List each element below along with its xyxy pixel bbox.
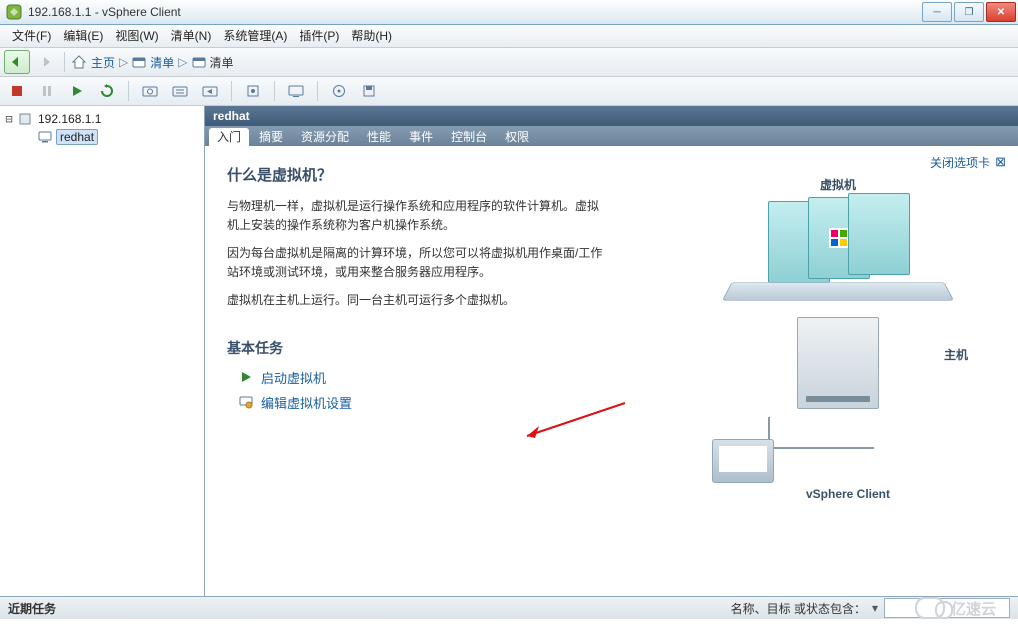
vm-icon	[38, 130, 52, 144]
console-button[interactable]	[283, 79, 309, 103]
breadcrumb: 主页 ▷ 清单 ▷ 清单	[71, 54, 234, 71]
maximize-button[interactable]: ❐	[954, 2, 984, 22]
menu-help[interactable]: 帮助(H)	[345, 25, 398, 47]
tab-console[interactable]: 控制台	[443, 128, 495, 146]
tree-row-host[interactable]: ⊟ 192.168.1.1	[2, 110, 202, 128]
stop-button[interactable]	[4, 79, 30, 103]
tree-row-vm[interactable]: redhat	[2, 128, 202, 146]
reset-button[interactable]	[94, 79, 120, 103]
close-button[interactable]: ✕	[986, 2, 1016, 22]
illus-host-box	[797, 317, 879, 409]
task-start-label: 启动虚拟机	[261, 368, 326, 387]
breadcrumb-sep-icon: ▷	[119, 55, 128, 69]
separator	[64, 52, 65, 72]
tab-performance[interactable]: 性能	[359, 128, 399, 146]
inventory-icon	[192, 55, 206, 69]
menu-inventory[interactable]: 清单(N)	[165, 25, 218, 47]
illus-host-label: 主机	[944, 346, 968, 363]
status-recent-tasks: 近期任务	[8, 600, 56, 617]
illus-client-box	[712, 439, 774, 483]
tree-vm-label: redhat	[56, 129, 98, 145]
nav-back-button[interactable]	[4, 50, 30, 74]
illus-platform	[722, 282, 954, 300]
inventory-icon	[132, 55, 146, 69]
pause-button[interactable]	[34, 79, 60, 103]
chevron-down-icon[interactable]: ▾	[872, 601, 878, 615]
settings-button[interactable]	[240, 79, 266, 103]
illus-vm-card	[848, 193, 910, 275]
object-header: redhat	[205, 106, 1018, 126]
host-icon	[18, 112, 32, 126]
close-tab-link[interactable]: 关闭选项卡	[930, 154, 990, 171]
menu-plugins[interactable]: 插件(P)	[293, 25, 345, 47]
inventory-tree: ⊟ 192.168.1.1 redhat	[0, 106, 205, 596]
tab-permissions[interactable]: 权限	[497, 128, 537, 146]
floppy-button[interactable]	[356, 79, 382, 103]
breadcrumb-item-2: 清单	[210, 54, 234, 71]
watermark: 亿速云	[915, 597, 996, 619]
tab-summary[interactable]: 摘要	[251, 128, 291, 146]
task-edit-label: 编辑虚拟机设置	[261, 393, 352, 412]
toolbar	[0, 77, 1018, 106]
content-paragraph-2: 因为每台虚拟机是隔离的计算环境，所以您可以将虚拟机用作桌面/工作站环境或测试环境…	[227, 244, 607, 281]
nav-forward-button[interactable]	[32, 50, 58, 74]
content-paragraph-1: 与物理机一样，虚拟机是运行操作系统和应用程序的软件计算机。虚拟机上安装的操作系统…	[227, 197, 607, 234]
menu-edit[interactable]: 编辑(E)	[57, 25, 109, 47]
nav-bar: 主页 ▷ 清单 ▷ 清单	[0, 48, 1018, 77]
status-filter-label: 名称、目标 或状态包含：	[731, 600, 866, 617]
breadcrumb-item-1[interactable]: 清单	[150, 54, 174, 71]
window-title: 192.168.1.1 - vSphere Client	[28, 5, 920, 19]
main-panel: redhat 入门 摘要 资源分配 性能 事件 控制台 权限 关闭选项卡 ⊠ 什…	[205, 106, 1018, 596]
menu-bar: 文件(F) 编辑(E) 视图(W) 清单(N) 系统管理(A) 插件(P) 帮助…	[0, 25, 1018, 48]
watermark-text: 亿速云	[951, 598, 996, 619]
collapse-icon[interactable]: ⊟	[4, 112, 14, 126]
app-icon	[6, 4, 22, 20]
illus-client-label: vSphere Client	[708, 487, 988, 501]
breadcrumb-home[interactable]: 主页	[91, 54, 115, 71]
minimize-button[interactable]: ─	[922, 2, 952, 22]
separator	[317, 81, 318, 101]
breadcrumb-sep-icon: ▷	[178, 55, 187, 69]
settings-icon	[239, 395, 253, 409]
illus-connection-line	[768, 417, 874, 449]
separator	[128, 81, 129, 101]
content-paragraph-3: 虚拟机在主机上运行。同一台主机可运行多个虚拟机。	[227, 291, 607, 310]
status-bar: 近期任务 名称、目标 或状态包含： ▾	[0, 596, 1018, 619]
snapshot-manage-button[interactable]	[167, 79, 193, 103]
revert-button[interactable]	[197, 79, 223, 103]
tab-content: 关闭选项卡 ⊠ 什么是虚拟机？ 与物理机一样，虚拟机是运行操作系统和应用程序的软…	[205, 146, 1018, 596]
cd-button[interactable]	[326, 79, 352, 103]
illustration: 虚拟机 主机 vSpher	[688, 176, 988, 519]
window-title-bar: 192.168.1.1 - vSphere Client ─ ❐ ✕	[0, 0, 1018, 25]
home-icon[interactable]	[71, 54, 87, 70]
tab-resource[interactable]: 资源分配	[293, 128, 357, 146]
menu-file[interactable]: 文件(F)	[6, 25, 57, 47]
watermark-icon	[915, 597, 945, 619]
tab-bar: 入门 摘要 资源分配 性能 事件 控制台 权限	[205, 126, 1018, 146]
tree-host-label: 192.168.1.1	[36, 112, 103, 126]
tab-events[interactable]: 事件	[401, 128, 441, 146]
snapshot-button[interactable]	[137, 79, 163, 103]
play-icon	[239, 370, 253, 384]
separator	[274, 81, 275, 101]
menu-view[interactable]: 视图(W)	[109, 25, 164, 47]
separator	[231, 81, 232, 101]
illus-vm-label: 虚拟机	[688, 176, 988, 193]
play-button[interactable]	[64, 79, 90, 103]
tab-getting-started[interactable]: 入门	[209, 128, 249, 146]
menu-admin[interactable]: 系统管理(A)	[217, 25, 293, 47]
close-icon[interactable]: ⊠	[995, 154, 1006, 170]
